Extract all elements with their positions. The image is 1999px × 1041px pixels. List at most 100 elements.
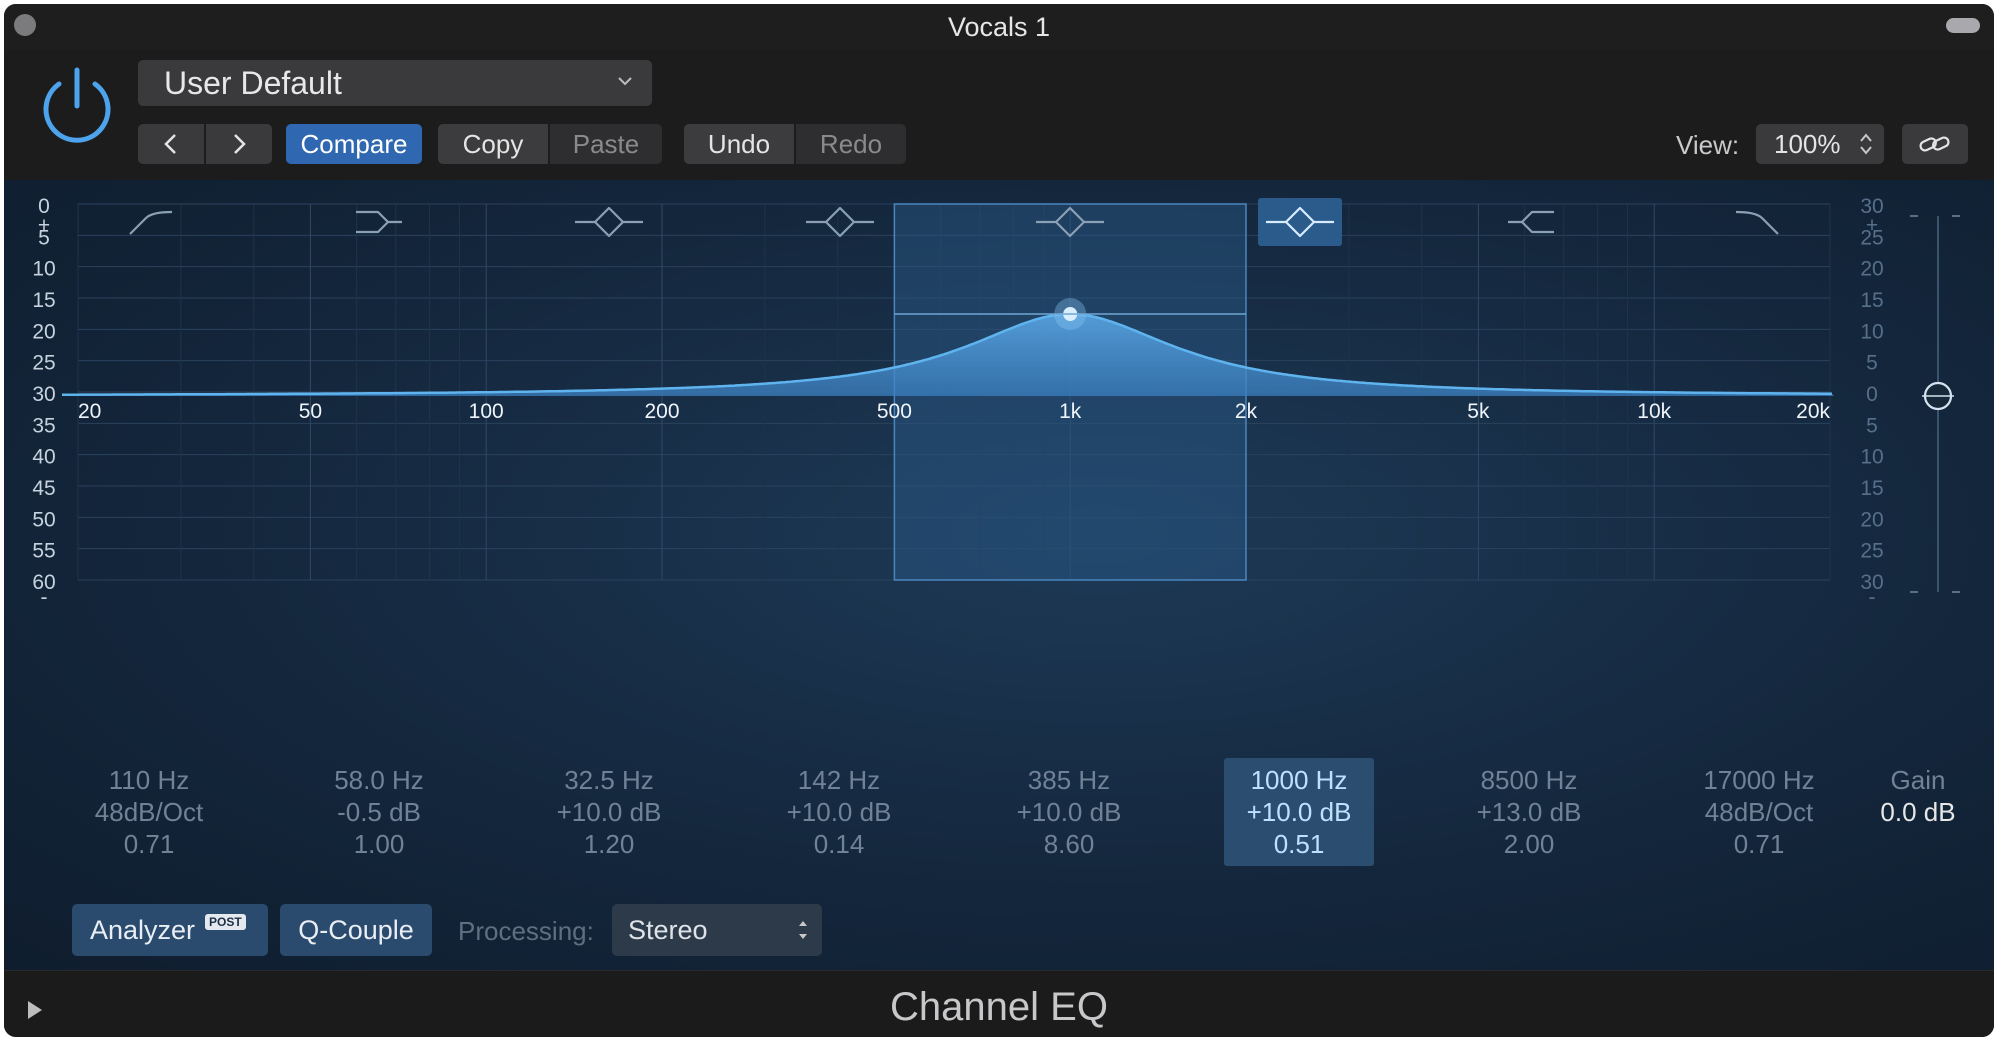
processing-label: Processing:: [458, 916, 594, 946]
frequency-label: 10k: [1637, 400, 1671, 423]
stepper-arrows-icon: [1860, 133, 1872, 155]
db-scale-label: 50: [32, 508, 55, 531]
bell-icon[interactable]: [575, 206, 643, 238]
processing-value: Stereo: [628, 914, 708, 945]
db-scale-label: 40: [32, 446, 55, 469]
power-icon[interactable]: [32, 64, 122, 154]
band-freq-value[interactable]: 142 Hz: [764, 764, 914, 796]
band-gain-value[interactable]: +13.0 dB: [1454, 796, 1604, 828]
high-cut-icon[interactable]: [1735, 210, 1779, 235]
band-gain-value[interactable]: 48dB/Oct: [1684, 796, 1834, 828]
copy-button[interactable]: Copy: [438, 124, 548, 164]
link-button[interactable]: [1902, 124, 1968, 164]
band-q-value[interactable]: 0.14: [764, 828, 914, 860]
gain-scale-label: 15: [1860, 289, 1883, 312]
band-freq-value[interactable]: 58.0 Hz: [304, 764, 454, 796]
band-freq-value[interactable]: 32.5 Hz: [534, 764, 684, 796]
band-freq-value[interactable]: 110 Hz: [74, 764, 224, 796]
low-cut-icon[interactable]: [129, 210, 173, 235]
band-q-value[interactable]: 2.00: [1454, 828, 1604, 860]
db-scale-label: -: [41, 586, 48, 609]
analyzer-label: Analyzer: [90, 914, 196, 945]
undo-button[interactable]: Undo: [684, 124, 794, 164]
db-scale-label: 30: [32, 383, 55, 406]
band-freq-value[interactable]: 385 Hz: [994, 764, 1144, 796]
band-parameters[interactable]: 17000 Hz 48dB/Oct 0.71: [1684, 764, 1834, 860]
bell-icon[interactable]: [806, 206, 874, 238]
low-shelf-icon[interactable]: [356, 210, 402, 234]
frequency-label: 20k: [1796, 400, 1830, 423]
eq-display[interactable]: +0 5 10 15 20 25 30 35 40 45 50 55 60- +30 25 20 15 10 5 0…: [4, 180, 1994, 970]
band-q-value[interactable]: 0.71: [74, 828, 224, 860]
frequency-label: 50: [299, 400, 322, 423]
band-q-value[interactable]: 8.60: [994, 828, 1144, 860]
gain-scale-label: 20: [1860, 508, 1883, 531]
redo-button[interactable]: Redo: [796, 124, 906, 164]
title-bar: Vocals 1: [4, 4, 1994, 50]
db-scale-label: 25: [32, 352, 55, 375]
gain-scale-label: 15: [1860, 477, 1883, 500]
db-scale-label: 55: [32, 540, 55, 563]
band-gain-value[interactable]: +10.0 dB: [534, 796, 684, 828]
band-parameters[interactable]: 1000 Hz +10.0 dB 0.51: [1224, 758, 1374, 866]
gain-label: Gain: [1890, 765, 1946, 795]
band-parameters[interactable]: 385 Hz +10.0 dB 8.60: [994, 764, 1144, 860]
gain-scale-label: 20: [1860, 258, 1883, 281]
band-parameters[interactable]: 8500 Hz +13.0 dB 2.00: [1454, 764, 1604, 860]
gain-readout[interactable]: Gain 0.0 dB: [1856, 764, 1980, 828]
gain-scale-label: 0: [1866, 383, 1878, 406]
analyzer-button[interactable]: Analyzer POST: [72, 904, 268, 956]
frequency-label: 20: [78, 400, 101, 423]
window-title: Vocals 1: [947, 12, 1051, 42]
high-shelf-icon[interactable]: [1508, 210, 1554, 234]
band-q-value[interactable]: 1.00: [304, 828, 454, 860]
band-gain-value[interactable]: -0.5 dB: [304, 796, 454, 828]
band-freq-value[interactable]: 1000 Hz: [1224, 764, 1374, 796]
db-scale-label: 20: [32, 320, 55, 343]
frequency-label: 100: [469, 400, 504, 423]
band-parameters[interactable]: 58.0 Hz -0.5 dB 1.00: [304, 764, 454, 860]
band-q-value[interactable]: 0.71: [1684, 828, 1834, 860]
db-scale-label: 45: [32, 477, 55, 500]
zoom-select[interactable]: 100%: [1756, 124, 1884, 164]
preset-menu[interactable]: User Default: [138, 60, 652, 106]
band-parameters[interactable]: 32.5 Hz +10.0 dB 1.20: [534, 764, 684, 860]
band-gain-value[interactable]: +10.0 dB: [1224, 796, 1374, 828]
db-scale-label: 15: [32, 289, 55, 312]
frequency-label: 1k: [1059, 400, 1082, 423]
next-preset-button[interactable]: [206, 124, 272, 164]
band-parameters[interactable]: 110 Hz 48dB/Oct 0.71: [74, 764, 224, 860]
chevron-right-icon: [234, 134, 246, 154]
gain-scale-label: 10: [1860, 320, 1883, 343]
band-parameters[interactable]: 142 Hz +10.0 dB 0.14: [764, 764, 914, 860]
frequency-label: 500: [877, 400, 912, 423]
gain-scale-label: 25: [1860, 540, 1883, 563]
db-scale-label: 5: [38, 226, 50, 249]
q-couple-button[interactable]: Q-Couple: [280, 904, 432, 956]
compare-button[interactable]: Compare: [286, 124, 422, 164]
gain-slider[interactable]: [1910, 215, 1960, 593]
paste-button[interactable]: Paste: [550, 124, 662, 164]
collapse-button[interactable]: [1946, 18, 1980, 33]
band-q-value[interactable]: 1.20: [534, 828, 684, 860]
bell-icon[interactable]: [1258, 198, 1342, 246]
frequency-label: 2k: [1235, 400, 1258, 423]
plugin-window: Vocals 1 User Default Compare Copy Paste…: [4, 4, 1994, 1037]
gain-scale-label: -: [1869, 586, 1876, 609]
band-gain-value[interactable]: +10.0 dB: [994, 796, 1144, 828]
band-freq-value[interactable]: 8500 Hz: [1454, 764, 1604, 796]
view-label: View:: [1676, 130, 1740, 160]
chevron-down-icon: [618, 77, 632, 86]
gain-scale-label: 5: [1866, 414, 1878, 437]
gain-scale-label: 5: [1866, 352, 1878, 375]
band-freq-value[interactable]: 17000 Hz: [1684, 764, 1834, 796]
previous-preset-button[interactable]: [138, 124, 204, 164]
gain-scale-label: 25: [1860, 226, 1883, 249]
chevron-left-icon: [164, 134, 176, 154]
db-scale-label: 35: [32, 414, 55, 437]
band-q-value[interactable]: 0.51: [1224, 828, 1374, 860]
band-gain-value[interactable]: 48dB/Oct: [74, 796, 224, 828]
post-badge: POST: [205, 914, 246, 930]
band-gain-value[interactable]: +10.0 dB: [764, 796, 914, 828]
processing-select[interactable]: Stereo: [612, 904, 822, 956]
